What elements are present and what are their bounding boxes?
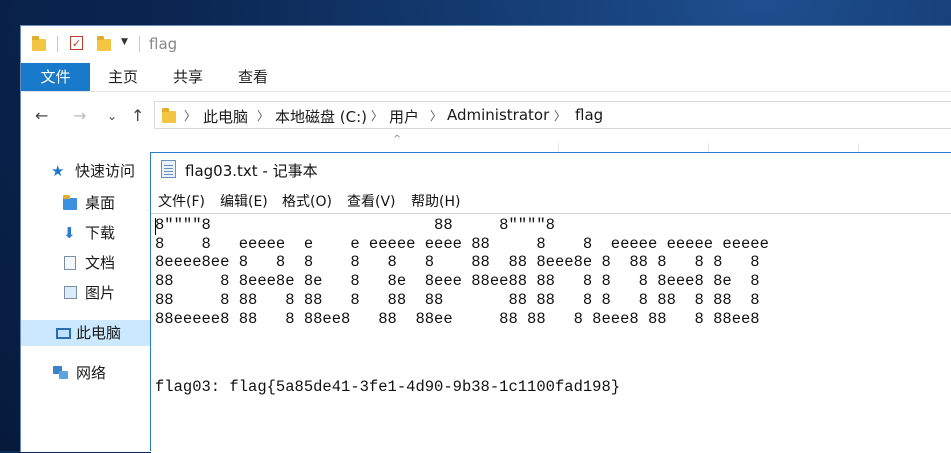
breadcrumb-this-pc[interactable]: 此电脑 [203,106,248,127]
sidebar-item-downloads[interactable]: ⬇ 下载 [63,220,151,246]
network-icon [53,366,69,380]
sidebar-item-label: 桌面 [85,194,116,212]
properties-icon[interactable]: ✓ [70,36,83,50]
breadcrumb-administrator[interactable]: Administrator [447,106,549,124]
desktop-icon [63,195,77,210]
menu-format[interactable]: 格式(O) [282,191,332,211]
document-icon [64,256,76,270]
folder-icon [32,36,46,51]
tab-share[interactable]: 共享 [160,63,216,91]
sidebar-item-documents[interactable]: 文档 [63,250,151,276]
notepad-text-area[interactable]: 8""""8 88 8""""8 8 8 eeeee e e eeeee eee… [151,213,951,453]
chevron-right-icon[interactable]: 〉 [371,107,383,124]
sidebar-item-label: 图片 [85,284,116,302]
menu-help[interactable]: 帮助(H) [411,191,460,211]
chevron-right-icon[interactable]: 〉 [430,107,442,124]
sidebar-item-pictures[interactable]: 图片 [63,280,151,306]
pictures-icon [64,286,77,299]
breadcrumb-users[interactable]: 用户 [389,106,419,127]
breadcrumb-local-disk[interactable]: 本地磁盘 (C:) [275,106,367,127]
sort-arrow-icon: ^ [393,134,402,145]
ascii-art-text: 8""""8 88 8""""8 8 8 eeeee e e eeeee eee… [155,216,769,328]
notepad-window: flag03.txt - 记事本 文件(F) 编辑(E) 格式(O) 查看(V)… [150,152,951,453]
back-arrow-icon[interactable]: ← [35,106,48,125]
menu-edit[interactable]: 编辑(E) [220,191,268,211]
chevron-right-icon[interactable]: 〉 [554,107,566,124]
menu-view[interactable]: 查看(V) [347,191,396,211]
folder-icon [162,108,176,123]
customize-toolbar-icon[interactable]: ▼ [121,37,128,47]
tab-view[interactable]: 查看 [225,63,281,91]
menu-file[interactable]: 文件(F) [158,191,205,211]
notepad-title-bar[interactable]: flag03.txt - 记事本 [151,153,951,186]
sidebar-item-desktop[interactable]: 桌面 [63,190,151,216]
flag-text: flag03: flag{5a85de41-3fe1-4d90-9b38-1c1… [155,378,621,396]
notepad-menu-bar: 文件(F) 编辑(E) 格式(O) 查看(V) 帮助(H) [151,189,951,213]
sidebar-item-label: 网络 [76,364,107,382]
tab-file[interactable]: 文件 [21,63,90,91]
chevron-right-icon[interactable]: 〉 [184,107,196,124]
toolbar-separator [57,36,58,52]
sidebar-item-quick-access[interactable]: ★ 快速访问 [51,158,151,184]
ribbon: 文件 主页 共享 查看 [21,63,951,92]
address-bar[interactable]: 〉 此电脑 〉 本地磁盘 (C:) 〉 用户 〉 Administrator 〉… [154,101,951,129]
toolbar-separator [139,36,140,52]
sidebar-item-label: 下载 [85,224,116,242]
breadcrumb-flag[interactable]: flag [575,106,603,124]
sidebar-item-label: 此电脑 [76,324,122,342]
sidebar-item-network[interactable]: 网络 [51,360,151,386]
computer-icon [56,328,71,339]
navigation-pane: ★ 快速访问 桌面 ⬇ 下载 文档 图片 此电脑 网络 [21,154,151,452]
sidebar-item-label: 快速访问 [75,162,136,180]
window-title: flag [149,35,178,53]
tab-home[interactable]: 主页 [95,63,151,91]
sidebar-item-this-pc[interactable]: 此电脑 [21,320,151,346]
text-caret [155,218,156,235]
chevron-right-icon[interactable]: 〉 [257,107,269,124]
download-icon: ⬇ [63,224,76,242]
recent-locations-icon[interactable]: ⌄ [107,109,117,123]
quick-access-toolbar: ✓ ▼ flag [21,26,951,63]
navigation-bar: ← → ⌄ ↑ 〉 此电脑 〉 本地磁盘 (C:) 〉 用户 〉 Adminis… [21,92,951,140]
notepad-title: flag03.txt - 记事本 [185,162,318,180]
forward-arrow-icon[interactable]: → [73,106,86,125]
new-folder-icon[interactable] [97,36,111,51]
notepad-icon [161,160,176,178]
up-arrow-icon[interactable]: ↑ [131,106,144,125]
star-icon: ★ [51,162,65,180]
sidebar-item-label: 文档 [85,254,116,272]
